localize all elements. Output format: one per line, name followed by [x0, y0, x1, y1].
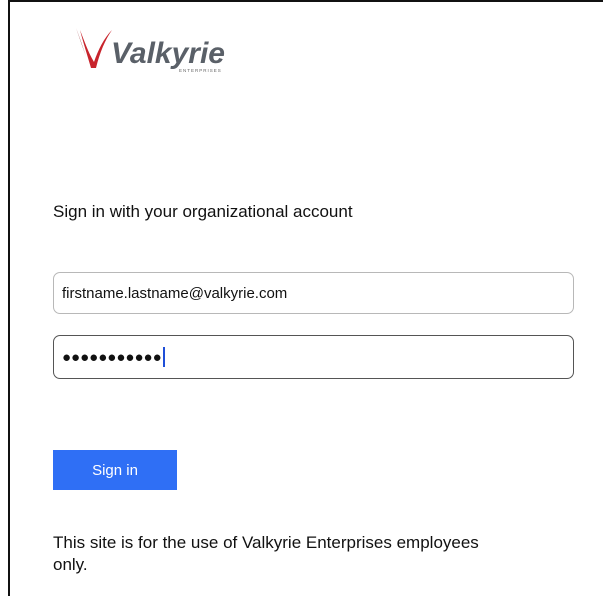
signin-heading: Sign in with your organizational account: [53, 202, 353, 221]
text-caret: [162, 347, 165, 367]
email-field-value: firstname.lastname@valkyrie.com: [62, 284, 288, 302]
signin-button[interactable]: Sign in: [53, 450, 177, 490]
valkyrie-logo-mark: Valkyrie: [76, 28, 225, 70]
valkyrie-logo: Valkyrie ENTERPRISES: [74, 22, 264, 74]
logo-wordmark: Valkyrie: [111, 37, 225, 70]
password-field[interactable]: ●●●●●●●●●●●: [53, 335, 574, 379]
logo-subtitle: ENTERPRISES: [179, 68, 222, 73]
usage-notice: This site is for the use of Valkyrie Ent…: [53, 533, 479, 574]
login-page: Valkyrie ENTERPRISES Sign in with your o…: [8, 0, 603, 596]
password-field-mask: ●●●●●●●●●●●: [62, 348, 162, 366]
email-field[interactable]: firstname.lastname@valkyrie.com: [53, 272, 574, 314]
